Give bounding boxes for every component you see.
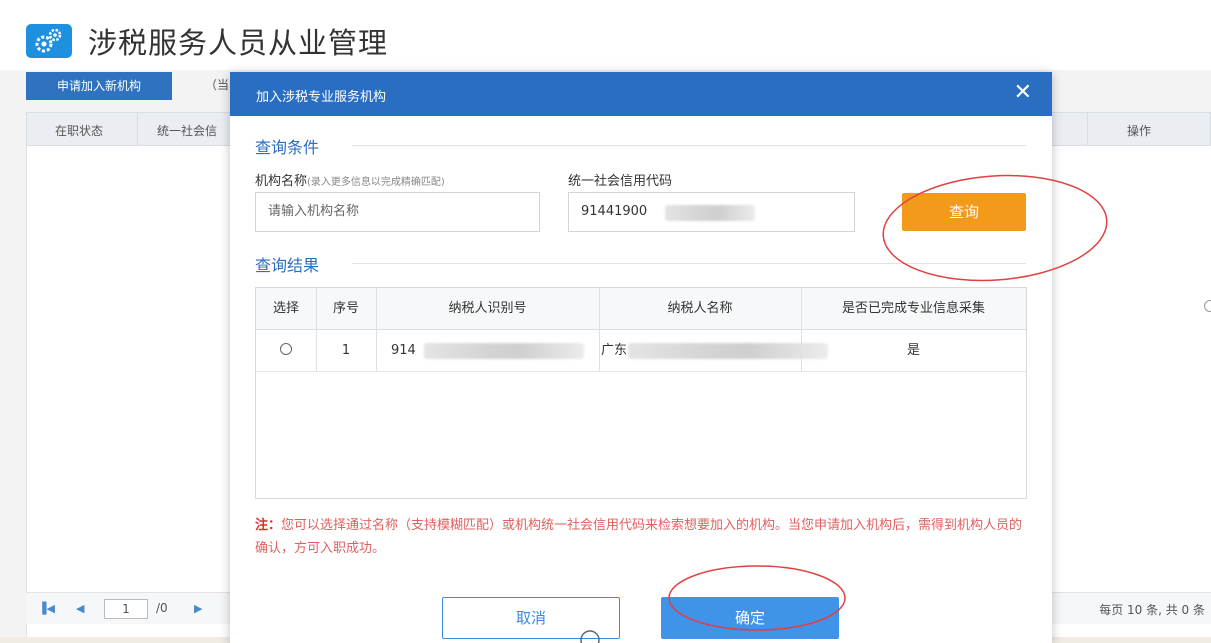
- credit-code-input[interactable]: 91441900: [568, 192, 855, 232]
- header-taxpayer-name: 纳税人名称: [667, 301, 733, 316]
- page-number-input[interactable]: 1: [104, 599, 148, 619]
- help-note: 注：您可以选择通过名称（支持模糊匹配）或机构统一社会信用代码来检索想要加入的机构…: [255, 514, 1027, 560]
- dialog-header: 加入涉税专业服务机构 ✕: [230, 72, 1052, 116]
- result-section-title: 查询结果: [255, 256, 320, 275]
- result-table: 选择 序号 纳税人识别号 纳税人名称 是否已完成专业信息采集 1 914 广东 …: [255, 287, 1027, 499]
- org-name-label: 机构名称(录入更多信息以完成精确匹配): [255, 170, 445, 189]
- cancel-button[interactable]: 取消: [442, 597, 620, 639]
- column-divider: [599, 288, 600, 372]
- column-status: 在职状态: [55, 124, 104, 138]
- column-divider: [137, 113, 138, 147]
- credit-code-value: 91441900: [581, 204, 648, 219]
- redacted-block: [628, 343, 828, 359]
- org-name-placeholder: 请输入机构名称: [268, 204, 360, 219]
- org-name-input[interactable]: 请输入机构名称: [255, 192, 540, 232]
- first-page-icon[interactable]: ▐◀: [38, 602, 55, 615]
- toolbar-note: （当: [205, 78, 230, 92]
- gears-icon: [26, 24, 72, 58]
- column-divider: [376, 288, 377, 372]
- join-org-dialog: 加入涉税专业服务机构 ✕ 查询条件 机构名称(录入更多信息以完成精确匹配) 请输…: [230, 72, 1052, 643]
- section-divider: [352, 263, 1026, 264]
- dialog-title: 加入涉税专业服务机构: [256, 90, 387, 105]
- column-divider: [1087, 113, 1088, 147]
- row-select-radio[interactable]: [280, 343, 292, 355]
- page-header: 涉税服务人员从业管理: [0, 0, 1211, 70]
- section-divider: [352, 145, 1026, 146]
- header-tax-id: 纳税人识别号: [448, 301, 527, 316]
- column-credit-code: 统一社会信: [157, 124, 218, 138]
- prev-page-icon[interactable]: ◀: [76, 602, 84, 615]
- page-info: 每页 10 条, 共 0 条: [1099, 603, 1205, 617]
- column-actions: 操作: [1127, 124, 1152, 138]
- column-divider: [316, 288, 317, 372]
- redacted-block: [665, 205, 755, 221]
- query-button[interactable]: 查询: [902, 193, 1026, 231]
- next-page-icon[interactable]: ▶: [194, 602, 202, 615]
- confirm-button[interactable]: 确定: [661, 597, 839, 639]
- credit-code-label: 统一社会信用代码: [568, 174, 673, 189]
- header-index: 序号: [332, 301, 359, 316]
- row-radio-cell[interactable]: [256, 330, 316, 372]
- close-icon[interactable]: ✕: [1014, 81, 1032, 105]
- header-select: 选择: [272, 301, 299, 316]
- header-collected: 是否已完成专业信息采集: [841, 301, 985, 316]
- row-index: 1: [341, 343, 351, 358]
- query-section-title: 查询条件: [255, 138, 320, 157]
- column-divider: [801, 288, 802, 372]
- scroll-handle[interactable]: [1204, 300, 1211, 312]
- result-table-header: 选择 序号 纳税人识别号 纳税人名称 是否已完成专业信息采集: [256, 288, 1026, 330]
- org-name-hint: (录入更多信息以完成精确匹配): [307, 177, 445, 188]
- org-name-label-text: 机构名称: [255, 174, 308, 189]
- redacted-block: [424, 343, 584, 359]
- row-collected: 是: [906, 343, 920, 358]
- note-text: 您可以选择通过名称（支持模糊匹配）或机构统一社会信用代码来检索想要加入的机构。当…: [255, 518, 1023, 556]
- page-total: /0: [156, 601, 168, 615]
- note-label: 注：: [255, 518, 282, 533]
- apply-new-org-button[interactable]: 申请加入新机构: [26, 72, 172, 100]
- table-row[interactable]: 1 914 广东 是: [256, 330, 1026, 372]
- page-title: 涉税服务人员从业管理: [88, 26, 389, 60]
